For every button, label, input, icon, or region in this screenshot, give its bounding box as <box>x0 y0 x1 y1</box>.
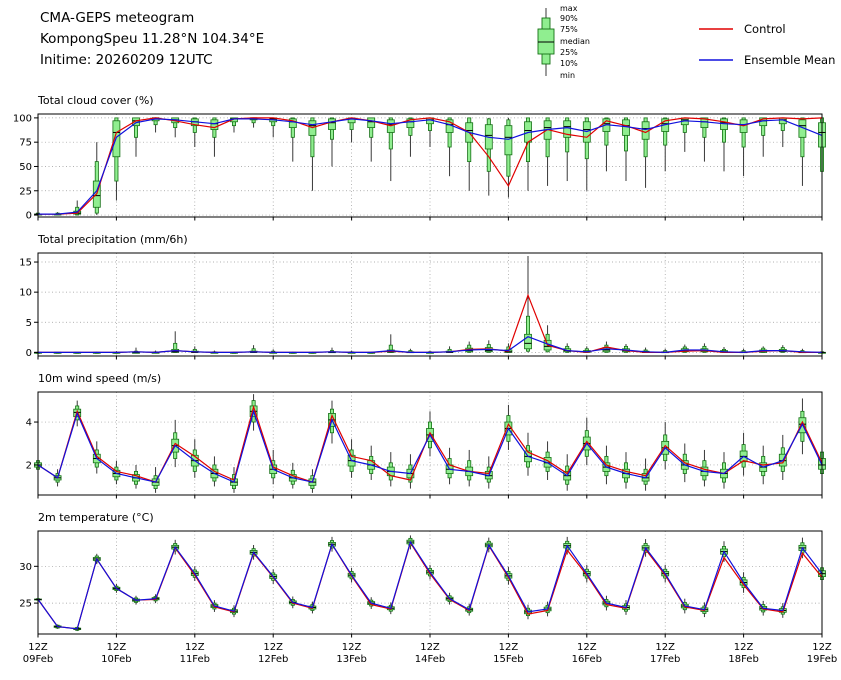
svg-text:25: 25 <box>19 186 32 197</box>
svg-text:14Feb: 14Feb <box>415 654 445 665</box>
ensemble-mean-line-swatch <box>699 59 733 61</box>
svg-text:18Feb: 18Feb <box>728 654 758 665</box>
svg-text:12Z: 12Z <box>107 642 127 653</box>
svg-text:19Feb: 19Feb <box>807 654 837 665</box>
temperature-chart: 253012Z09Feb12Z10Feb12Z11Feb12Z12Feb12Z1… <box>19 530 837 665</box>
svg-text:25%: 25% <box>560 48 578 57</box>
title-block: CMA-GEPS meteogram KompongSpeu 11.28°N 1… <box>40 8 264 71</box>
svg-text:12Z: 12Z <box>420 642 440 653</box>
wind-speed-panel: 10m wind speed (m/s) 24 <box>0 372 841 507</box>
svg-text:16Feb: 16Feb <box>572 654 602 665</box>
control-line-swatch <box>699 28 733 30</box>
svg-text:median: median <box>560 37 590 46</box>
svg-text:100: 100 <box>13 113 32 124</box>
svg-text:0: 0 <box>26 348 32 359</box>
svg-text:min: min <box>560 71 575 80</box>
svg-text:25: 25 <box>19 599 32 610</box>
legend-label-control: Control <box>744 22 786 36</box>
svg-text:0: 0 <box>26 211 32 222</box>
svg-text:2: 2 <box>26 460 32 471</box>
svg-text:75%: 75% <box>560 25 578 34</box>
svg-text:4: 4 <box>26 418 32 429</box>
svg-text:09Feb: 09Feb <box>23 654 53 665</box>
svg-text:50: 50 <box>19 162 32 173</box>
precipitation-panel: Total precipitation (mm/6h) 0 5 10 15 <box>0 233 841 368</box>
svg-text:12Z: 12Z <box>655 642 675 653</box>
svg-text:12Z: 12Z <box>812 642 832 653</box>
svg-text:10Feb: 10Feb <box>101 654 131 665</box>
svg-text:15: 15 <box>19 258 32 269</box>
svg-text:max: max <box>560 4 578 13</box>
temperature-title: 2m temperature (°C) <box>38 511 154 524</box>
svg-text:5: 5 <box>26 318 32 329</box>
svg-text:12Z: 12Z <box>734 642 754 653</box>
precipitation-chart: 0 5 10 15 <box>19 252 826 360</box>
svg-text:15Feb: 15Feb <box>493 654 523 665</box>
cloud-cover-title: Total cloud cover (%) <box>38 94 154 107</box>
svg-text:10: 10 <box>19 288 32 299</box>
svg-text:12Z: 12Z <box>342 642 362 653</box>
wind-speed-title: 10m wind speed (m/s) <box>38 372 162 385</box>
cloud-cover-chart: 0 25 50 75 100 <box>13 113 826 222</box>
app-title: CMA-GEPS meteogram <box>40 10 195 26</box>
legend-item-control: Control <box>698 22 835 36</box>
svg-text:17Feb: 17Feb <box>650 654 680 665</box>
svg-text:30: 30 <box>19 562 32 573</box>
svg-text:75: 75 <box>19 138 32 149</box>
boxplot-legend: max90% 75% median 25% 10% min <box>537 4 590 80</box>
meteogram-page: CMA-GEPS meteogram KompongSpeu 11.28°N 1… <box>0 0 841 680</box>
precipitation-title: Total precipitation (mm/6h) <box>38 233 188 246</box>
svg-text:12Z: 12Z <box>499 642 519 653</box>
cloud-cover-panel: Total cloud cover (%) 0 25 50 75 100 <box>0 94 841 229</box>
header: CMA-GEPS meteogram KompongSpeu 11.28°N 1… <box>0 0 841 90</box>
location-title: KompongSpeu 11.28°N 104.34°E <box>40 30 265 47</box>
svg-text:12Z: 12Z <box>185 642 205 653</box>
svg-text:12Feb: 12Feb <box>258 654 288 665</box>
temperature-panel: 2m temperature (°C) 25 30 12Z 09Feb 12Z 10Feb… <box>0 511 841 680</box>
legend-label-ensemble-mean: Ensemble Mean <box>744 53 836 67</box>
svg-text:12Z: 12Z <box>28 642 48 653</box>
svg-text:12Z: 12Z <box>263 642 283 653</box>
wind-speed-chart: 24 <box>26 391 826 499</box>
inittime-title: Initime: 20260209 12UTC <box>40 51 213 68</box>
svg-text:90%: 90% <box>560 14 578 23</box>
line-legend: Control Ensemble Mean <box>698 22 835 84</box>
svg-text:10%: 10% <box>560 59 578 68</box>
svg-text:13Feb: 13Feb <box>336 654 366 665</box>
legend-item-ensemble-mean: Ensemble Mean <box>698 53 835 67</box>
svg-text:11Feb: 11Feb <box>180 654 210 665</box>
svg-text:12Z: 12Z <box>577 642 597 653</box>
